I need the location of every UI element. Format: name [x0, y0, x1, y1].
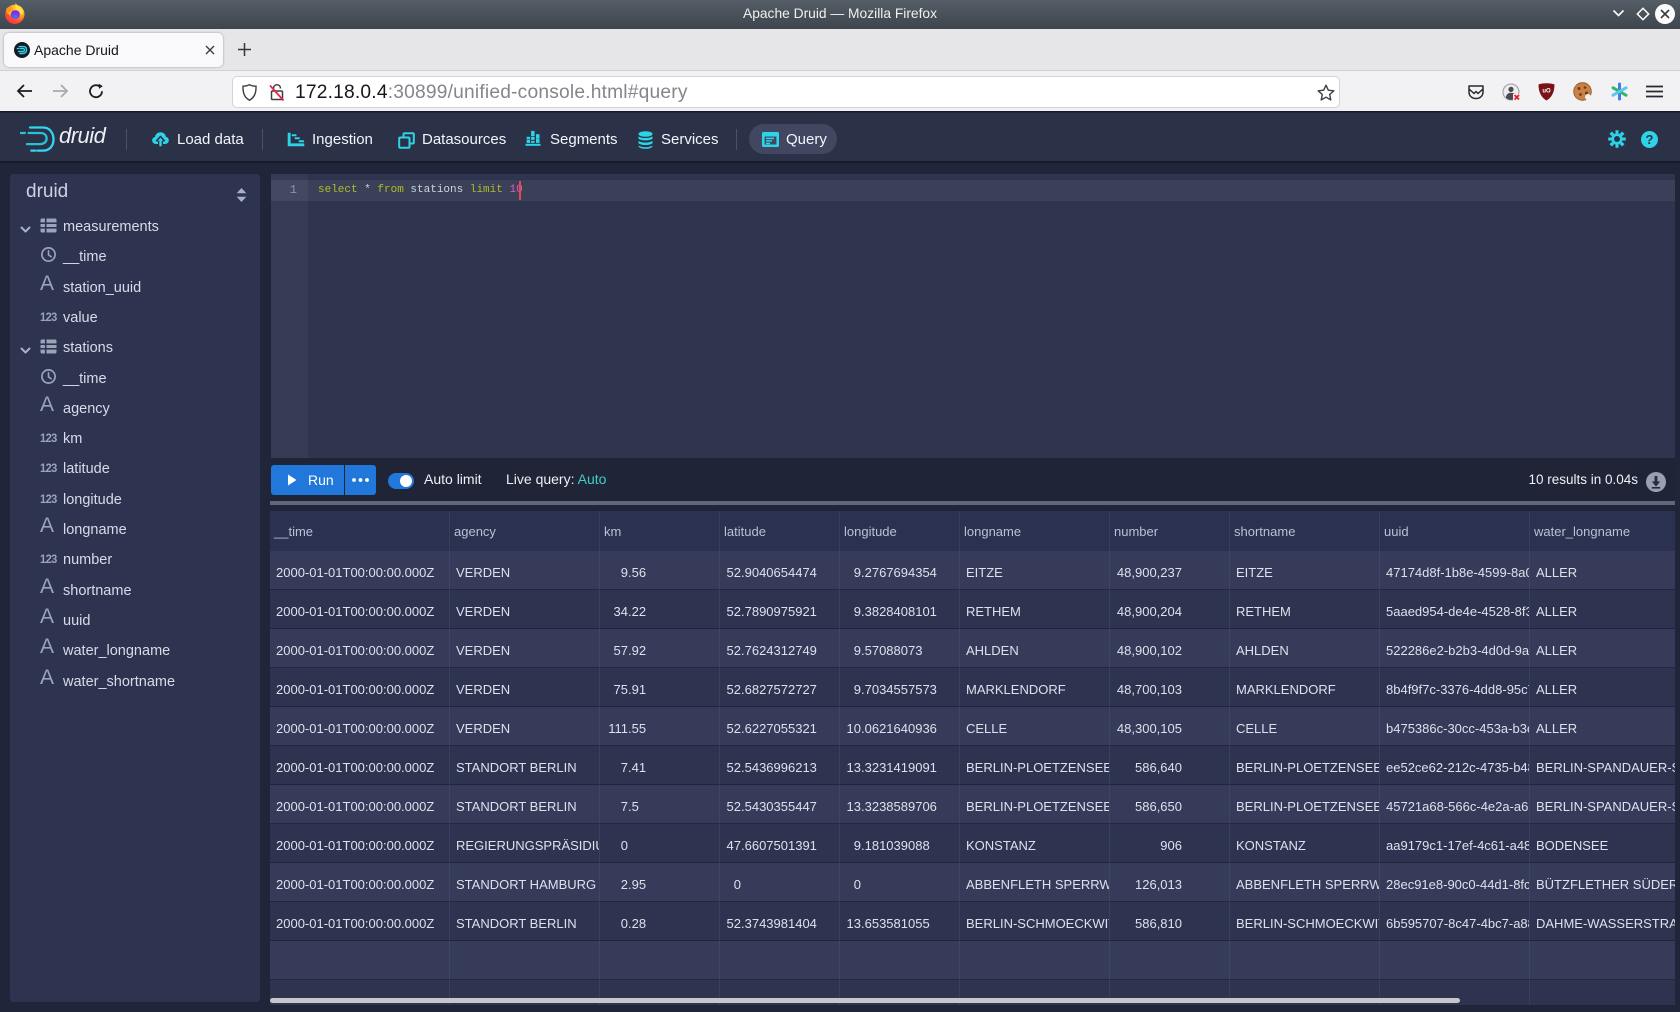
svg-text:uO: uO — [1542, 89, 1551, 95]
